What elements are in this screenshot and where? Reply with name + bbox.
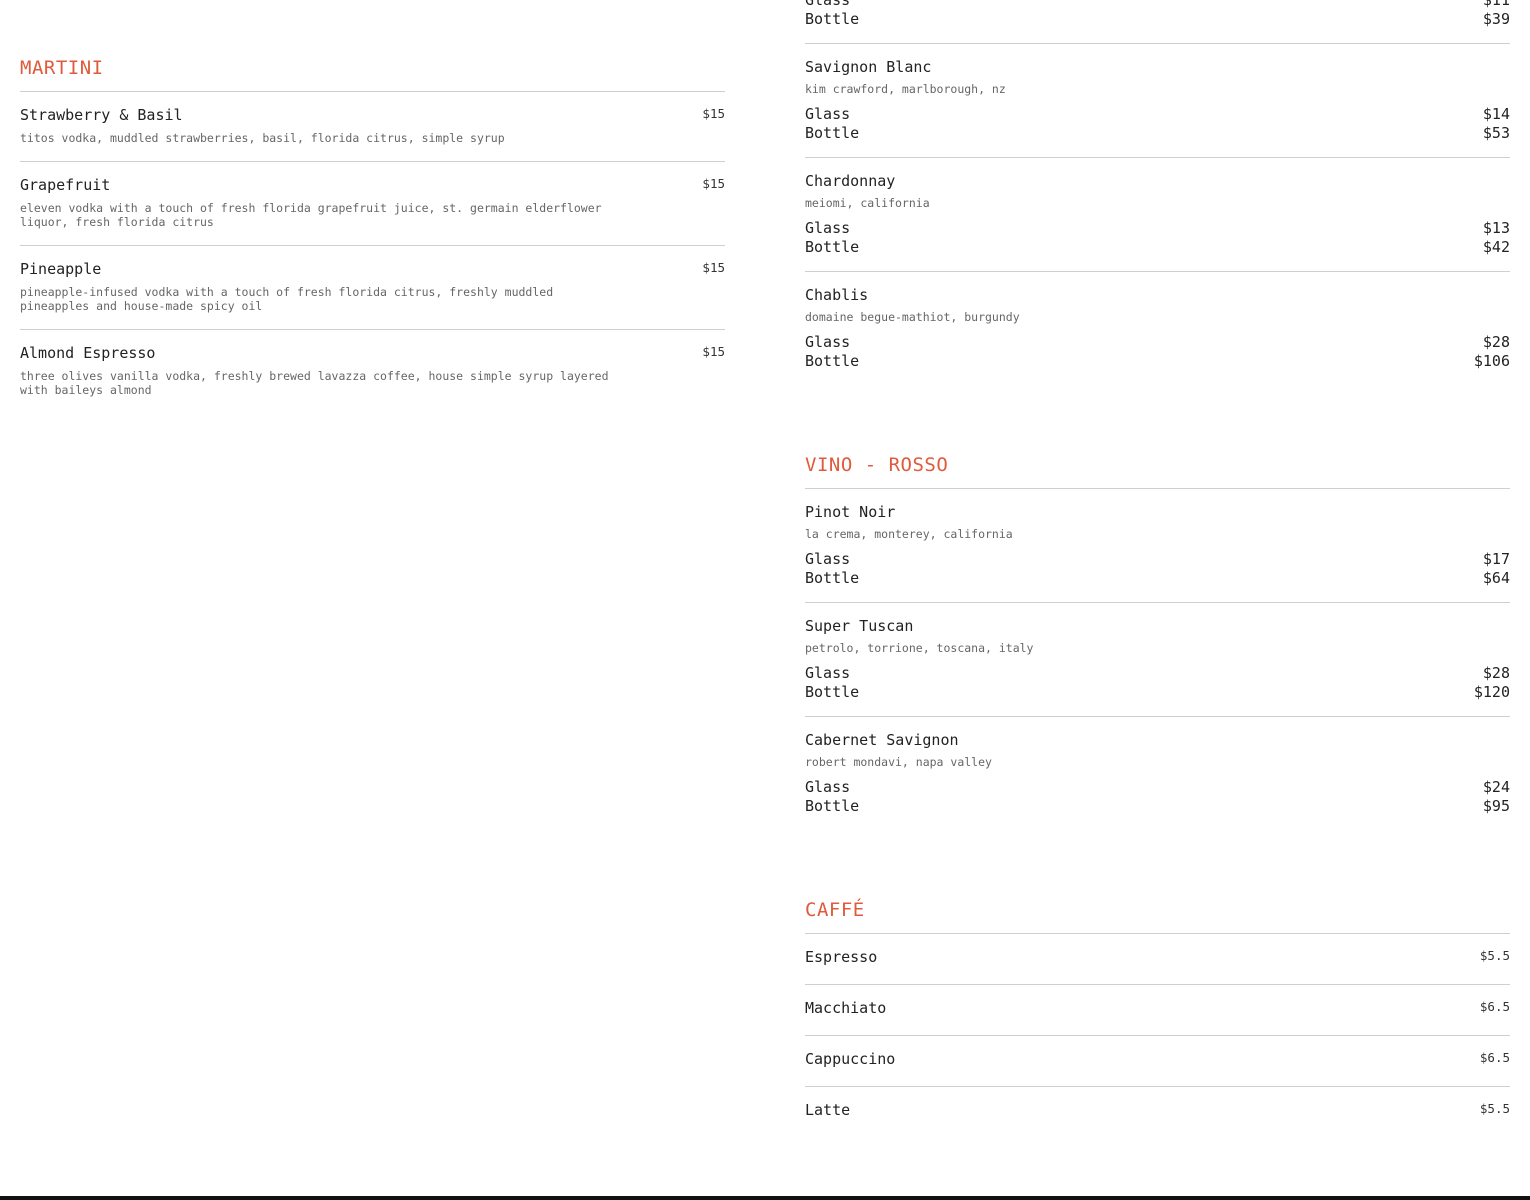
bottle-price: $42 [1482,238,1510,256]
bottle-row: Bottle $106 [805,352,1510,371]
bottle-row: Bottle $39 [805,10,1510,29]
bottle-row: Bottle $95 [805,797,1510,816]
bottle-row: Bottle $53 [805,124,1510,143]
item-price: $15 [702,260,725,275]
item-name: Almond Espresso [20,344,156,362]
item-name: Latte [805,1101,851,1119]
item-price: $5.5 [1479,1101,1510,1116]
glass-row: Glass $13 [805,219,1510,238]
item-name: Chablis [805,286,869,304]
glass-row: Glass $28 [805,333,1510,352]
glass-price: $28 [1482,664,1510,682]
item-description: petrolo, torrione, toscana, italy [805,641,1034,655]
item-name: Grapefruit [20,176,111,194]
glass-price: $13 [1482,219,1510,237]
wine-caffe-column: Glass $11 Bottle $39 Savignon Blanc kim … [805,0,1510,1137]
section-title-caffe: CAFFÉ [805,899,1510,934]
item-description: robert mondavi, napa valley [805,755,992,769]
item-description: pineapple-infused vodka with a touch of … [20,285,554,313]
item-name: Super Tuscan [805,617,914,635]
bottle-price: $95 [1482,797,1510,815]
glass-price: $24 [1482,778,1510,796]
menu-item-strawberry-basil: Strawberry & Basil titos vodka, muddled … [20,92,725,162]
item-description: three olives vanilla vodka, freshly brew… [20,369,609,397]
caffe-item-espresso: Espresso $5.5 [805,934,1510,985]
glass-price: $17 [1482,550,1510,568]
glass-row: Glass $28 [805,664,1510,683]
glass-row: Glass $11 [805,0,1510,10]
item-description: eleven vodka with a touch of fresh flori… [20,201,602,229]
section-title-vino-rosso: VINO - ROSSO [805,454,1510,489]
caffe-item-latte: Latte $5.5 [805,1087,1510,1137]
item-name: Cappuccino [805,1050,896,1068]
bottle-price: $106 [1473,352,1510,370]
bottle-label: Bottle [805,238,860,256]
bottle-price: $64 [1482,569,1510,587]
bottle-row: Bottle $42 [805,238,1510,257]
wine-item-pinot-noir: Pinot Noir la crema, monterey, californi… [805,489,1510,603]
item-name: Pineapple [20,260,102,278]
item-description: kim crawford, marlborough, nz [805,82,1006,96]
item-name: Strawberry & Basil [20,106,183,124]
item-price: $15 [702,176,725,191]
bottle-label: Bottle [805,10,860,28]
glass-row: Glass $17 [805,550,1510,569]
bottle-label: Bottle [805,797,860,815]
item-name: Espresso [805,948,878,966]
bottle-row: Bottle $64 [805,569,1510,588]
bottle-label: Bottle [805,352,860,370]
bottle-price: $120 [1473,683,1510,701]
glass-label: Glass [805,219,851,237]
item-description: meiomi, california [805,196,930,210]
item-name: Chardonnay [805,172,896,190]
martini-column: MARTINI Strawberry & Basil titos vodka, … [20,0,725,413]
glass-label: Glass [805,0,851,9]
bottle-label: Bottle [805,124,860,142]
item-description: titos vodka, muddled strawberries, basil… [20,131,505,145]
wine-item-super-tuscan: Super Tuscan petrolo, torrione, toscana,… [805,603,1510,717]
glass-row: Glass $14 [805,105,1510,124]
item-description: domaine begue-mathiot, burgundy [805,310,1020,324]
glass-label: Glass [805,664,851,682]
page-bottom-border [0,1196,1530,1200]
item-price: $5.5 [1479,948,1510,963]
item-price: $6.5 [1479,1050,1510,1065]
wine-item-cabernet-savignon: Cabernet Savignon robert mondavi, napa v… [805,717,1510,830]
item-name: Cabernet Savignon [805,731,959,749]
wine-item-chablis: Chablis domaine begue-mathiot, burgundy … [805,272,1510,385]
wine-item-savignon-blanc: Savignon Blanc kim crawford, marlborough… [805,44,1510,158]
glass-price: $28 [1482,333,1510,351]
item-price: $15 [702,106,725,121]
glass-price: $11 [1482,0,1510,9]
item-price: $6.5 [1479,999,1510,1014]
menu-item-almond-espresso: Almond Espresso three olives vanilla vod… [20,330,725,413]
item-name: Macchiato [805,999,887,1017]
caffe-item-macchiato: Macchiato $6.5 [805,985,1510,1036]
wine-item-partial: Glass $11 Bottle $39 [805,0,1510,44]
item-price: $15 [702,344,725,359]
glass-label: Glass [805,550,851,568]
glass-label: Glass [805,105,851,123]
item-name: Savignon Blanc [805,58,932,76]
bottle-row: Bottle $120 [805,683,1510,702]
bottle-label: Bottle [805,683,860,701]
glass-label: Glass [805,778,851,796]
wine-item-chardonnay: Chardonnay meiomi, california Glass $13 … [805,158,1510,272]
item-description: la crema, monterey, california [805,527,1013,541]
item-name: Pinot Noir [805,503,896,521]
caffe-item-cappuccino: Cappuccino $6.5 [805,1036,1510,1087]
glass-row: Glass $24 [805,778,1510,797]
bottle-price: $53 [1482,124,1510,142]
bottle-label: Bottle [805,569,860,587]
glass-label: Glass [805,333,851,351]
glass-price: $14 [1482,105,1510,123]
menu-item-pineapple: Pineapple pineapple-infused vodka with a… [20,246,725,330]
section-title-martini: MARTINI [20,57,725,92]
menu-item-grapefruit: Grapefruit eleven vodka with a touch of … [20,162,725,246]
bottle-price: $39 [1482,10,1510,28]
